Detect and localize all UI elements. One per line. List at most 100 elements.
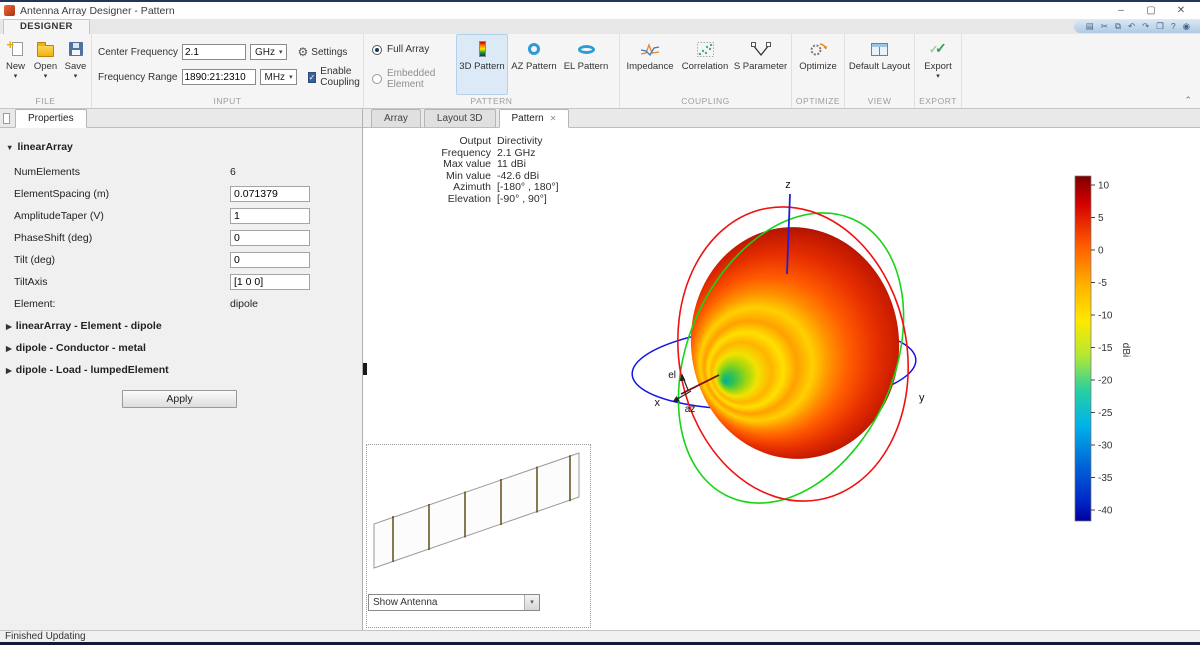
radio-unselected-icon (372, 74, 382, 84)
tab-designer[interactable]: DESIGNER (3, 19, 90, 34)
ribbon-section-coupling: Impedance Correlation (620, 34, 792, 108)
field-num-elements: NumElements 6 (0, 161, 362, 183)
svg-text:-30: -30 (1098, 441, 1113, 452)
element-spacing-input[interactable] (230, 186, 310, 202)
tilt-input[interactable] (230, 252, 310, 268)
panel-dock-icon[interactable] (3, 113, 10, 124)
colorbar (1075, 176, 1091, 521)
field-tilt: Tilt (deg) (0, 249, 362, 271)
num-elements-value: 6 (230, 166, 236, 178)
tilt-axis-input[interactable] (230, 274, 310, 290)
correlation-button[interactable]: Correlation (678, 34, 733, 95)
dropdown-arrow-icon: ▾ (936, 74, 940, 79)
field-phase-shift: PhaseShift (deg) (0, 227, 362, 249)
open-button[interactable]: Open ▾ (31, 34, 60, 95)
ribbon-toolstrip: + New ▾ Open ▾ Save ▾ FILE (0, 34, 1200, 109)
tab-pattern[interactable]: Pattern ✕ (499, 109, 570, 128)
el-pattern-button[interactable]: EL Pattern (560, 34, 612, 95)
qat-copy-icon[interactable]: ⧉ (1115, 20, 1121, 33)
dropdown-arrow-icon: ▾ (14, 74, 18, 79)
qat-cut-icon[interactable]: ✂ (1101, 20, 1108, 33)
properties-form: ▼ linearArray NumElements 6 ElementSpaci… (0, 128, 362, 630)
save-floppy-icon (69, 42, 83, 56)
qat-help-icon[interactable]: ? (1171, 20, 1176, 33)
phase-shift-input[interactable] (230, 230, 310, 246)
qat-save-icon[interactable]: ▤ (1086, 20, 1094, 33)
tab-array[interactable]: Array (371, 109, 421, 127)
svg-text:-25: -25 (1098, 408, 1113, 419)
new-document-icon: + (9, 41, 23, 57)
optimize-button[interactable]: Optimize (792, 34, 844, 95)
chevron-down-icon: ▾ (524, 595, 539, 610)
gear-icon: ⚙ (298, 46, 309, 58)
svg-text:-35: -35 (1098, 473, 1113, 484)
amplitude-taper-input[interactable] (230, 208, 310, 224)
qat-window-icon[interactable]: ❐ (1156, 20, 1164, 33)
app-icon (4, 5, 15, 16)
pattern-3d-button[interactable]: 3D Pattern (456, 34, 508, 95)
minimize-button[interactable]: – (1106, 3, 1136, 19)
window-controls: – ▢ ✕ (1106, 3, 1196, 19)
azimuth-pattern-icon (528, 43, 540, 55)
svg-text:-5: -5 (1098, 278, 1107, 289)
tab-layout-3d[interactable]: Layout 3D (424, 109, 496, 127)
properties-panel: Properties ▼ linearArray NumElements 6 E… (0, 109, 362, 630)
group-linear-array[interactable]: ▼ linearArray (6, 139, 362, 155)
expand-arrow-icon: ▶ (6, 366, 12, 375)
group-element-dipole[interactable]: ▶ linearArray - Element - dipole (6, 318, 362, 334)
frequency-range-input[interactable] (182, 69, 256, 85)
save-button[interactable]: Save ▾ (61, 34, 90, 95)
field-element-spacing: ElementSpacing (m) (0, 183, 362, 205)
default-layout-button[interactable]: Default Layout (846, 34, 914, 95)
frequency-range-label: Frequency Range (98, 72, 178, 83)
center-frequency-input[interactable] (182, 44, 246, 60)
ribbon-filler: ⌃ (962, 34, 1200, 108)
impedance-button[interactable]: Impedance (623, 34, 678, 95)
svg-text:0: 0 (1098, 246, 1104, 257)
apply-button[interactable]: Apply (122, 390, 237, 408)
dropdown-arrow-icon: ▾ (74, 74, 78, 79)
svg-text:-10: -10 (1098, 311, 1113, 322)
section-label-coupling: COUPLING (620, 95, 791, 108)
ribbon-section-export: ✓ ✓ Export ▾ EXPORT (915, 34, 962, 108)
tab-properties[interactable]: Properties (15, 109, 87, 128)
svg-text:10: 10 (1098, 181, 1110, 192)
full-array-radio[interactable]: Full Array (372, 44, 454, 55)
qat-undo-icon[interactable]: ↶ (1128, 20, 1135, 33)
plot-panel: Array Layout 3D Pattern ✕ OutputDirectiv… (362, 109, 1200, 630)
ribbon-section-view: Default Layout VIEW (845, 34, 915, 108)
svg-text:-15: -15 (1098, 343, 1113, 354)
open-folder-icon (37, 45, 54, 57)
maximize-button[interactable]: ▢ (1136, 3, 1166, 19)
ribbon-tab-row: DESIGNER ▤ ✂ ⧉ ↶ ↷ ❐ ? ◉ (0, 19, 1200, 34)
frequency-range-unit-select[interactable]: MHz ▾ (260, 69, 297, 85)
expand-arrow-icon: ▶ (6, 322, 12, 331)
qat-redo-icon[interactable]: ↷ (1142, 20, 1149, 33)
status-text: Finished Updating (5, 631, 86, 642)
settings-button[interactable]: ⚙ Settings (298, 46, 348, 58)
qat-community-icon[interactable]: ◉ (1183, 20, 1190, 33)
collapse-arrow-icon: ▼ (6, 143, 13, 152)
az-pattern-button[interactable]: AZ Pattern (508, 34, 560, 95)
checkbox-checked-icon: ✓ (308, 72, 317, 83)
embedded-element-radio[interactable]: Embedded Element (372, 68, 454, 90)
close-tab-icon[interactable]: ✕ (550, 110, 557, 127)
enable-coupling-checkbox[interactable]: ✓ Enable Coupling (308, 66, 363, 88)
group-conductor-metal[interactable]: ▶ dipole - Conductor - metal (6, 340, 362, 356)
collapse-ribbon-icon[interactable]: ⌃ (1184, 95, 1192, 106)
window-title: Antenna Array Designer - Pattern (20, 5, 1106, 17)
export-button[interactable]: ✓ ✓ Export ▾ (915, 34, 961, 95)
colorbar-unit-label: dBi (1120, 343, 1131, 357)
z-axis-label: z (785, 179, 791, 191)
field-tilt-axis: TiltAxis (0, 271, 362, 293)
section-label-export: EXPORT (915, 95, 961, 108)
new-button[interactable]: + New ▾ (1, 34, 30, 95)
group-load-lumped-element[interactable]: ▶ dipole - Load - lumpedElement (6, 362, 362, 378)
s-parameter-button[interactable]: S Parameter (733, 34, 789, 95)
center-frequency-unit-select[interactable]: GHz ▾ (250, 44, 287, 60)
close-button[interactable]: ✕ (1166, 3, 1196, 19)
s-parameter-curve-icon (751, 42, 771, 57)
show-antenna-dropdown[interactable]: Show Antenna ▾ (368, 594, 540, 611)
az-label: az (685, 404, 696, 415)
app-window: Antenna Array Designer - Pattern – ▢ ✕ D… (0, 0, 1200, 645)
